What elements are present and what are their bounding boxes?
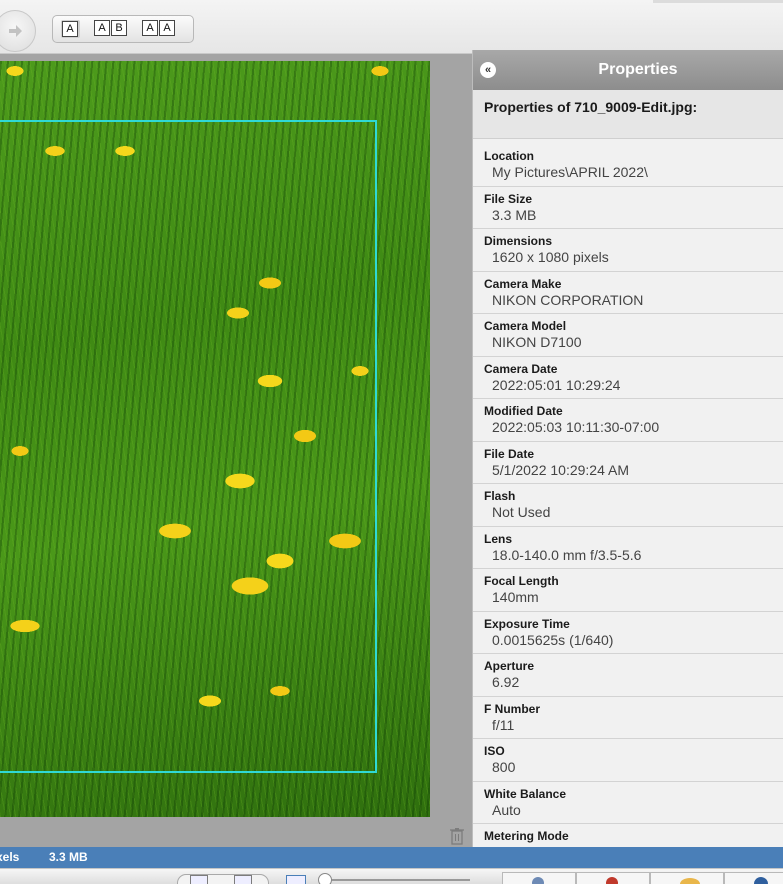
property-value: My Pictures\APRIL 2022\ [492,164,648,180]
property-value: 3.3 MB [492,206,537,223]
before-after-view-icon-b: A [159,20,175,36]
property-label: Exposure Time [484,616,570,631]
zoom-icon[interactable] [286,875,306,884]
view-mode-group: A A B A A [52,15,194,43]
person-icon [532,877,544,884]
property-label: Lens [484,531,513,546]
info-icon [754,877,768,884]
properties-panel: « Properties Properties of 710_9009-Edit… [472,50,783,847]
grid-view-icon[interactable] [234,875,252,884]
property-row: File Date 5/1/2022 10:29:24 AM [473,442,783,484]
property-row: Camera Make NIKON CORPORATION [473,272,783,314]
property-value: 6.92 [492,674,520,690]
property-label: Metering Mode [484,829,569,843]
property-label: Modified Date [484,404,563,418]
property-row: Flash Not Used [473,484,783,527]
property-value: 2022:05:01 10:29:24 [492,376,621,393]
compare-view-icon: A [94,20,110,36]
property-row: F Number f/11 [473,697,783,739]
red-marker-icon [606,877,618,884]
compare-view-button[interactable]: A B [94,20,128,38]
property-label: Location [484,149,534,163]
single-view-button[interactable]: A [61,20,80,38]
property-value: 18.0-140.0 mm f/3.5-5.6 [492,546,642,563]
property-label: File Size [484,191,533,206]
single-view-icon: A [62,21,78,37]
status-file-size: 3.3 MB [49,850,88,864]
property-row: Aperture 6.92 [473,654,783,697]
property-value: 140mm [492,589,539,605]
image-canvas[interactable] [0,54,472,847]
status-dimensions: xels [0,850,20,864]
collapse-panel-icon[interactable]: « [480,62,496,78]
forward-button[interactable] [0,10,36,52]
property-value: NIKON CORPORATION [492,291,644,308]
property-row: Focal Length 140mm [473,569,783,612]
property-row: Dimensions 1620 x 1080 pixels [473,229,783,272]
zoom-slider-track[interactable] [320,879,470,881]
status-bar: xels 3.3 MB [0,847,783,868]
property-value: 5/1/2022 10:29:24 AM [492,461,629,478]
property-value: 800 [492,759,516,775]
before-after-view-button[interactable]: A A [142,20,176,38]
property-value: Not Used [492,504,551,520]
property-row: File Size 3.3 MB [473,187,783,229]
filmstrip-icon[interactable] [190,875,208,884]
property-row: Camera Model NIKON D7100 [473,314,783,357]
properties-title: Properties [598,61,678,78]
property-label: F Number [484,701,541,716]
property-label: White Balance [484,786,567,801]
crop-rectangle[interactable] [0,120,377,773]
property-label: Focal Length [484,574,559,588]
properties-header: « Properties [473,50,783,90]
property-label: Camera Make [484,276,562,291]
property-value: 2022:05:03 10:11:30-07:00 [492,419,660,435]
compare-view-icon-b: B [111,20,127,36]
property-row: Modified Date 2022:05:03 10:11:30-07:00 [473,399,783,442]
property-row: Lens 18.0-140.0 mm f/3.5-5.6 [473,527,783,569]
property-label: Aperture [484,659,535,673]
property-row: Exposure Time 0.0015625s (1/640) [473,612,783,654]
property-row: Metering ModeMatrix [473,824,783,847]
arrow-right-icon [9,25,22,37]
folder-icon [680,878,700,884]
before-after-view-icon: A [142,20,158,36]
property-value: Auto [492,801,521,818]
property-row: ISO 800 [473,739,783,782]
properties-list: Location My Pictures\APRIL 2022\ File Size… [473,144,783,847]
property-row: Location My Pictures\APRIL 2022\ [473,144,783,187]
property-value: 1620 x 1080 pixels [492,249,609,265]
toolbar-edge [653,0,783,3]
top-toolbar: A A B A A [0,0,783,54]
property-value: 0.0015625s (1/640) [492,631,614,648]
property-row: Camera Date 2022:05:01 10:29:24 [473,357,783,399]
photo-dandelion-field[interactable] [0,61,430,817]
property-label: Flash [484,489,516,503]
trash-icon[interactable] [449,827,465,845]
bottom-toolbar [0,868,783,884]
property-value: NIKON D7100 [492,334,582,350]
property-label: Camera Date [484,361,558,376]
properties-file-heading: Properties of 710_9009-Edit.jpg: [473,90,783,139]
property-label: Camera Model [484,319,567,333]
property-label: ISO [484,744,505,758]
property-label: Dimensions [484,234,553,248]
zoom-slider-knob[interactable] [318,873,332,884]
property-row: White Balance Auto [473,782,783,824]
property-label: File Date [484,446,535,461]
property-value: f/11 [492,716,515,733]
